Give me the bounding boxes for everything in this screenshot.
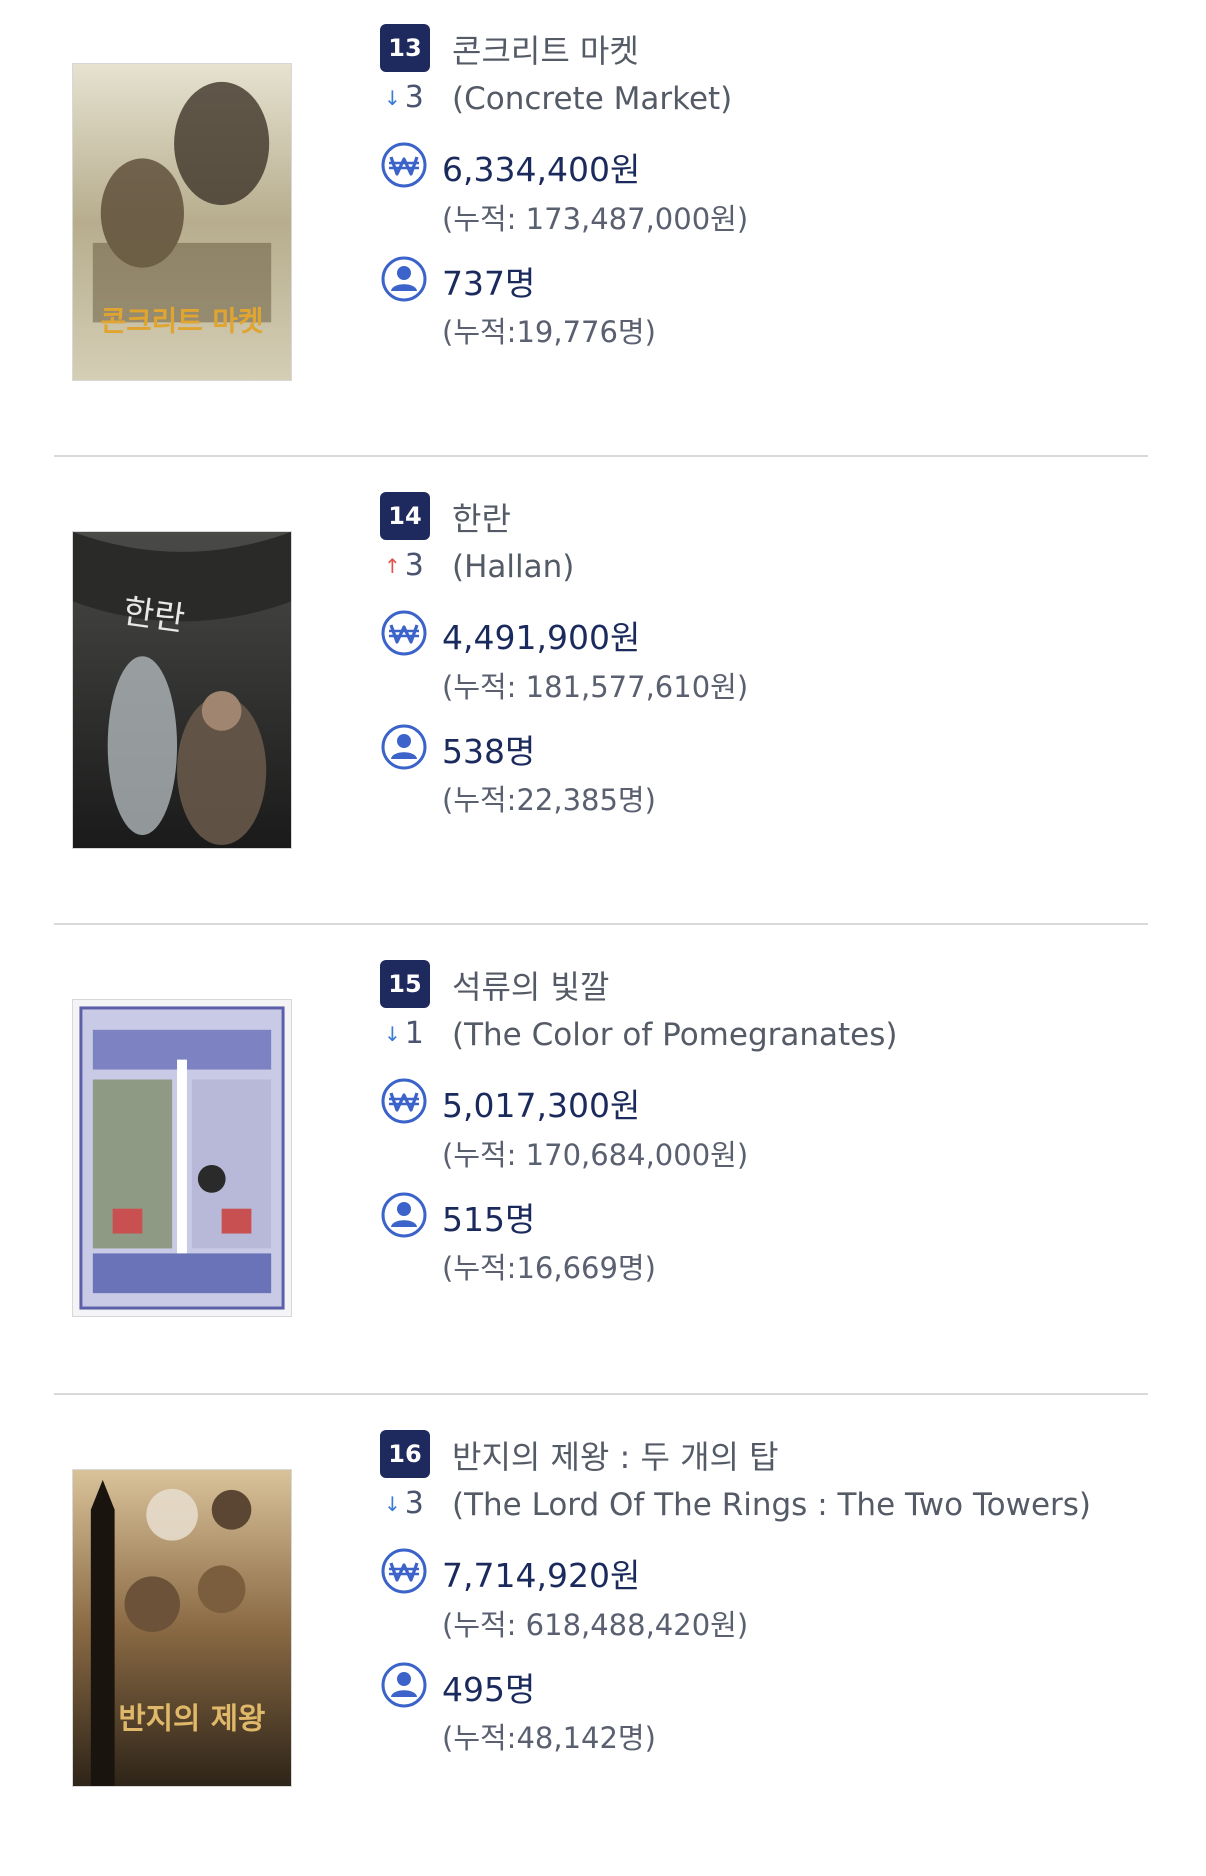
- rank-change-value: 3: [404, 80, 424, 115]
- movie-title[interactable]: 한란: [452, 494, 511, 540]
- movie-poster[interactable]: [72, 999, 292, 1317]
- poster-title: 콘크리트 마켓: [101, 304, 264, 337]
- list-item[interactable]: 콘크리트 마켓 13 콘크리트 마켓 ↓ 3 (Concrete Market)…: [0, 0, 1206, 470]
- daily-audience: 538명: [442, 732, 536, 771]
- person-icon: [380, 1191, 428, 1239]
- daily-audience: 515명: [442, 1200, 536, 1239]
- daily-audience: 737명: [442, 264, 536, 303]
- won-coin-icon: [380, 141, 428, 189]
- person-icon: [380, 255, 428, 303]
- original-title: (The Lord Of The Rings : The Two Towers): [452, 1487, 1092, 1523]
- cumulative-audience: (누적:16,669명): [442, 1251, 656, 1285]
- daily-audience: 495명: [442, 1670, 536, 1709]
- rank-change: ↓ 1: [384, 1016, 424, 1051]
- rank-badge: 14: [380, 492, 430, 540]
- cumulative-sales: (누적: 181,577,610원): [442, 670, 749, 704]
- rank-change-value: 3: [404, 1486, 424, 1521]
- arrow-up-icon: ↑: [384, 553, 401, 578]
- list-item[interactable]: 15 석류의 빛깔 ↓ 1 (The Color of Pomegranates…: [0, 936, 1206, 1406]
- divider: [54, 455, 1148, 457]
- original-title: (The Color of Pomegranates): [452, 1017, 898, 1053]
- cumulative-sales: (누적: 170,684,000원): [442, 1138, 749, 1172]
- arrow-down-icon: ↓: [384, 1491, 401, 1516]
- movie-poster[interactable]: 반지의 제왕: [72, 1469, 292, 1787]
- cumulative-audience: (누적:48,142명): [442, 1721, 656, 1755]
- cumulative-audience: (누적:22,385명): [442, 783, 656, 817]
- daily-sales: 7,714,920원: [442, 1556, 641, 1595]
- rank-change: ↓ 3: [384, 1486, 424, 1521]
- movie-poster[interactable]: 콘크리트 마켓: [72, 63, 292, 381]
- arrow-down-icon: ↓: [384, 85, 401, 110]
- movie-title[interactable]: 석류의 빛깔: [452, 962, 609, 1008]
- rank-badge: 13: [380, 24, 430, 72]
- movie-title[interactable]: 콘크리트 마켓: [452, 26, 639, 72]
- person-icon: [380, 1661, 428, 1709]
- rank-badge: 15: [380, 960, 430, 1008]
- daily-sales: 5,017,300원: [442, 1086, 641, 1125]
- poster-title: 반지의 제왕: [118, 1701, 265, 1736]
- daily-sales: 4,491,900원: [442, 618, 641, 657]
- rank-change: ↑ 3: [384, 548, 424, 583]
- divider: [54, 923, 1148, 925]
- arrow-down-icon: ↓: [384, 1021, 401, 1046]
- cumulative-sales: (누적: 173,487,000원): [442, 202, 749, 236]
- cumulative-sales: (누적: 618,488,420원): [442, 1608, 749, 1642]
- daily-sales: 6,334,400원: [442, 150, 641, 189]
- won-coin-icon: [380, 609, 428, 657]
- movie-poster[interactable]: 한란: [72, 531, 292, 849]
- original-title: (Concrete Market): [452, 81, 733, 117]
- rank-badge: 16: [380, 1430, 430, 1478]
- person-icon: [380, 723, 428, 771]
- original-title: (Hallan): [452, 549, 575, 585]
- list-item[interactable]: 한란 14 한란 ↑ 3 (Hallan) 4,491,900원 (누적: 18…: [0, 468, 1206, 938]
- won-coin-icon: [380, 1547, 428, 1595]
- rank-change-value: 3: [404, 548, 424, 583]
- list-item[interactable]: 반지의 제왕 16 반지의 제왕 : 두 개의 탑 ↓ 3 (The Lord …: [0, 1406, 1206, 1876]
- divider: [54, 1393, 1148, 1395]
- cumulative-audience: (누적:19,776명): [442, 315, 656, 349]
- rank-change-value: 1: [404, 1016, 424, 1051]
- won-coin-icon: [380, 1077, 428, 1125]
- movie-title[interactable]: 반지의 제왕 : 두 개의 탑: [452, 1432, 779, 1478]
- rank-change: ↓ 3: [384, 80, 424, 115]
